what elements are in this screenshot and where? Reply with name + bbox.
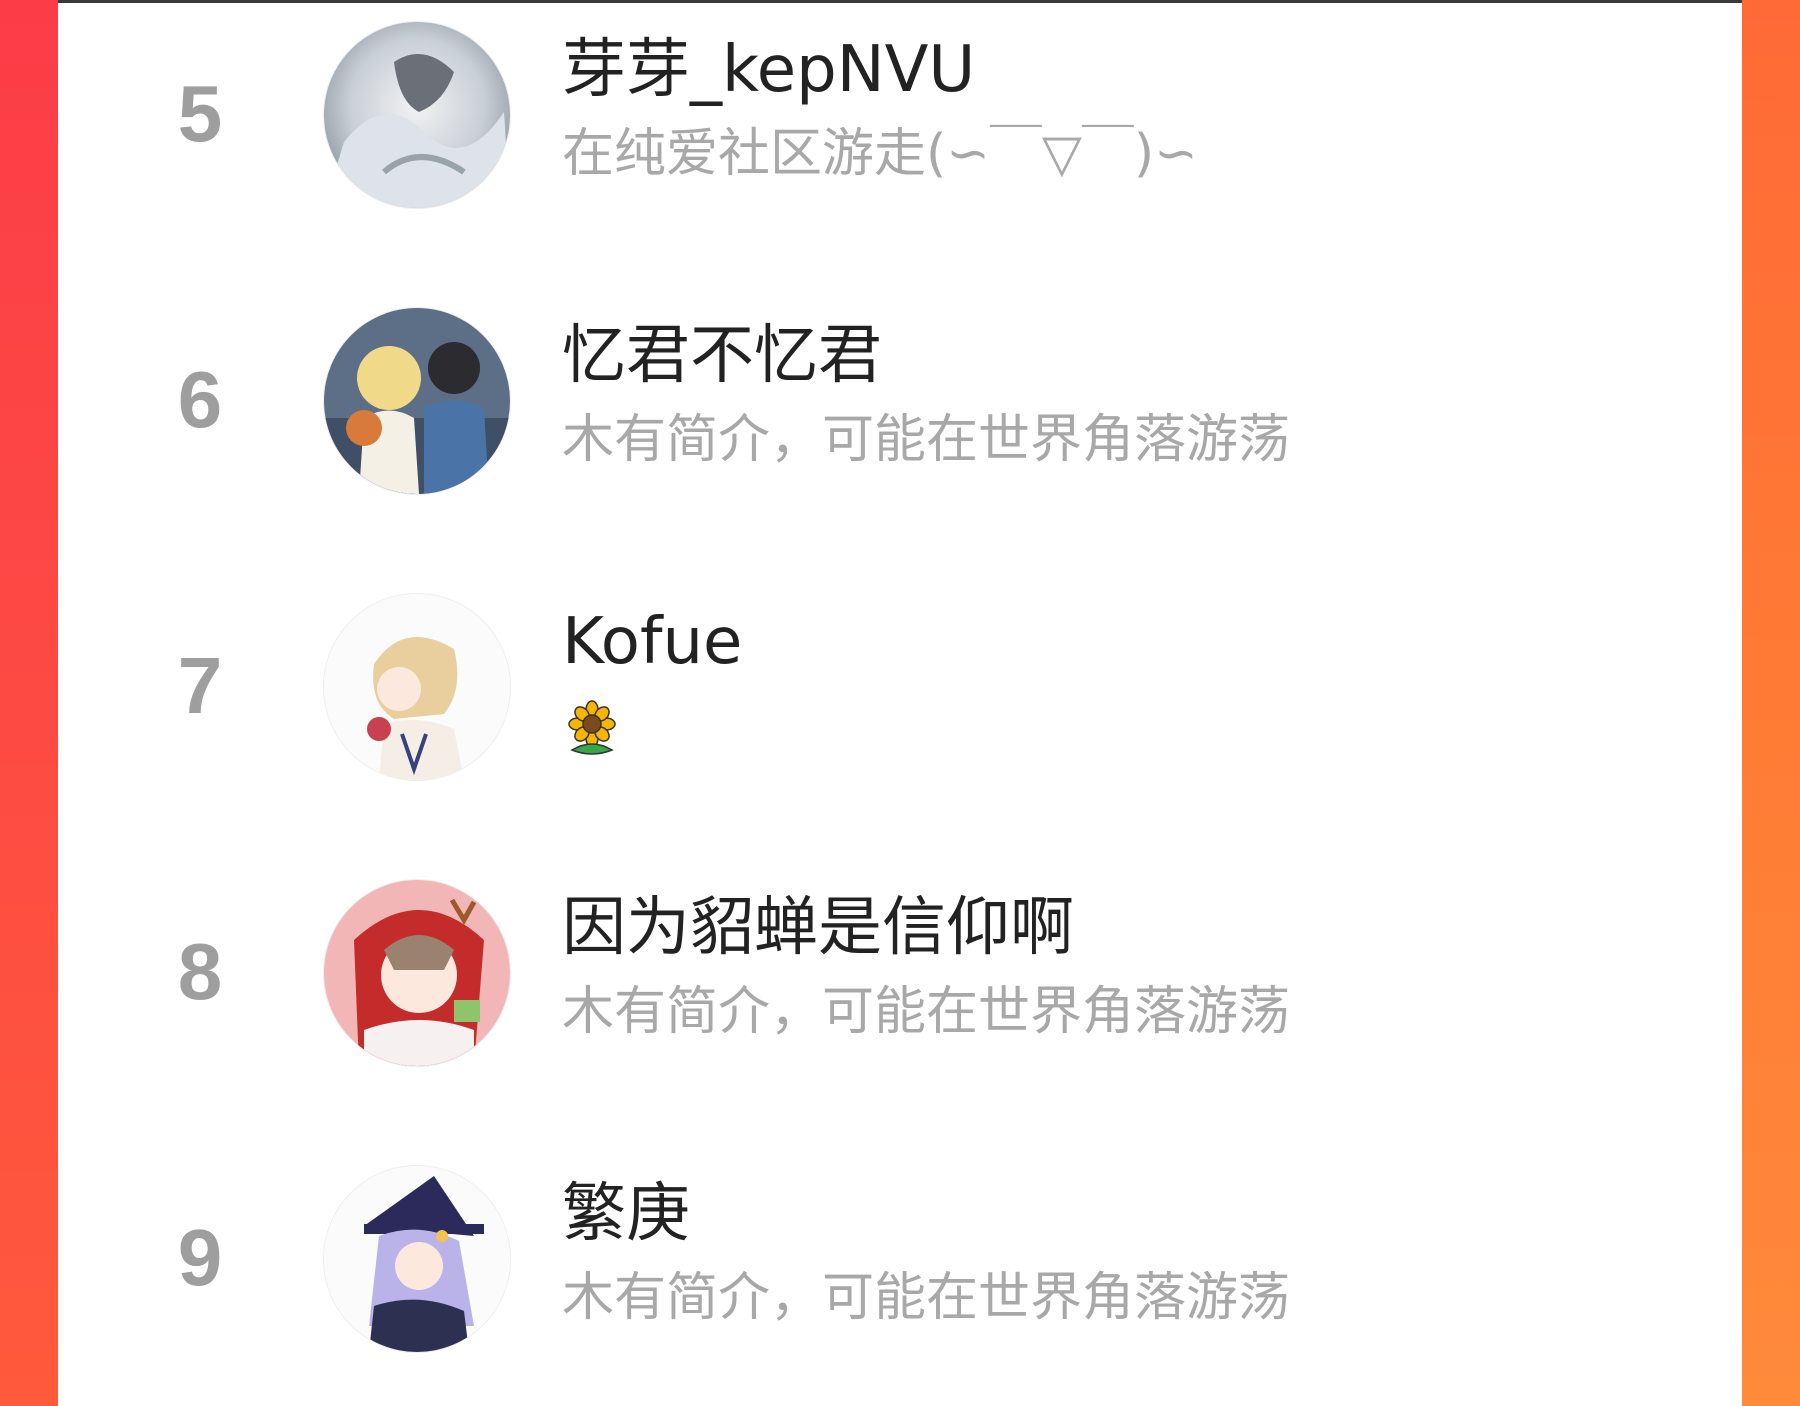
sunflower-icon [568,700,616,755]
user-avatar[interactable] [324,880,510,1066]
rank-number: 8 [177,927,223,1016]
user-bio: 木有简介，可能在世界角落游荡 [562,410,1291,470]
avatar-image [324,1166,510,1352]
rank-number: 7 [177,641,223,730]
user-name[interactable]: Kofue [562,610,742,674]
avatar-image [324,308,510,494]
user-bio: 木有简介，可能在世界角落游荡 [562,1268,1291,1328]
user-avatar[interactable] [324,22,510,208]
user-bio: 木有简介，可能在世界角落游荡 [562,982,1291,1042]
user-avatar[interactable] [324,594,510,780]
avatar-image [324,594,510,780]
user-bio: 在纯爱社区游走(∽￣▽￣)∽ [562,124,1198,184]
avatar-image [324,22,510,208]
user-name[interactable]: 忆君不忆君 [562,324,882,388]
rank-number: 9 [177,1213,223,1302]
ranking-row-7[interactable]: 7 Kofue [58,572,1742,832]
user-avatar[interactable] [324,308,510,494]
ranking-row-8[interactable]: 8 因为貂蝉是信仰啊 木有简介，可能在世界角落游荡 [58,858,1742,1118]
ranking-row-6[interactable]: 6 忆君不忆君 木有简介，可能在世界角落游荡 [58,286,1742,546]
rank-number: 5 [177,69,223,158]
frame-right-border [1742,0,1800,1406]
frame-left-border [0,0,58,1406]
ranking-card: 5 芽芽_kepNVU 在纯爱社区游走(∽￣▽￣)∽ 6 忆君不忆君 木有简介，… [58,0,1742,1406]
avatar-image [324,880,510,1066]
user-name[interactable]: 芽芽_kepNVU [562,38,975,102]
user-name[interactable]: 繁庚 [562,1182,690,1246]
user-avatar[interactable] [324,1166,510,1352]
ranking-row-9[interactable]: 9 繁庚 木有简介，可能在世界角落游荡 [58,1144,1742,1404]
rank-number: 6 [177,355,223,444]
ranking-row-5[interactable]: 5 芽芽_kepNVU 在纯爱社区游走(∽￣▽￣)∽ [58,0,1742,260]
user-name[interactable]: 因为貂蝉是信仰啊 [562,896,1074,960]
